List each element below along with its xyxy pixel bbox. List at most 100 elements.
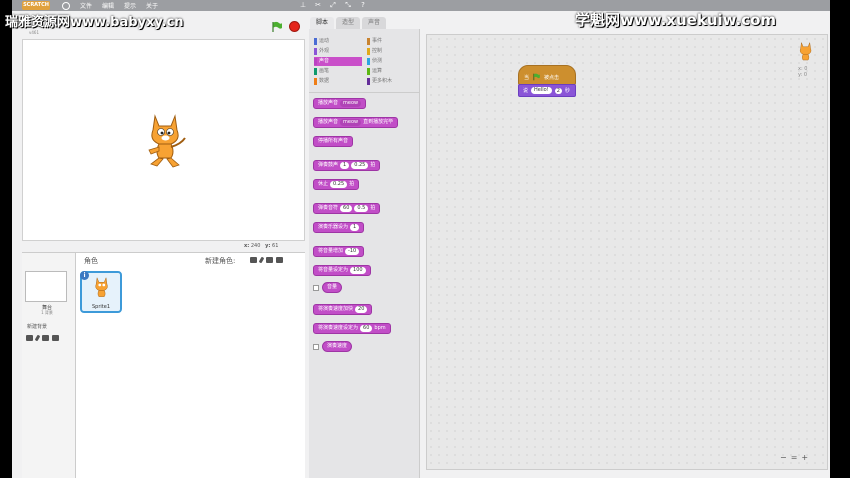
camera-backdrop-icon[interactable]: [52, 335, 59, 341]
upload-backdrop-icon[interactable]: [42, 335, 49, 341]
tab-scripts[interactable]: 脚本: [310, 17, 334, 29]
duplicate-stamp-icon[interactable]: ⊥: [299, 1, 307, 9]
block-rest[interactable]: 休止 0.25 拍: [313, 179, 360, 190]
menu-edit[interactable]: 编辑: [102, 1, 114, 10]
block-change-volume[interactable]: 将音量增加 -10: [313, 246, 365, 257]
volume-checkbox[interactable]: [313, 285, 319, 291]
info-icon[interactable]: i: [80, 271, 89, 280]
mouse-x-value: 240: [250, 243, 261, 249]
backdrop-library-icon[interactable]: [26, 335, 33, 341]
category-pen[interactable]: 画笔: [314, 67, 362, 76]
block-play-note[interactable]: 弹奏音符 60 0.5 拍: [313, 203, 381, 214]
green-flag-icon[interactable]: [271, 21, 283, 33]
stage-backdrop-count: 1 背景: [41, 310, 53, 315]
block-when-flag-clicked[interactable]: 当 被点击: [518, 65, 576, 85]
block-until-done-text: 直到播放完毕: [363, 119, 394, 125]
category-sensing-label: 侦测: [372, 58, 383, 64]
camera-sprite-icon[interactable]: [276, 257, 283, 263]
delete-scissors-icon[interactable]: ✂: [314, 1, 322, 9]
block-stop-all-text: 停播所有声音: [318, 138, 349, 144]
paint-backdrop-icon[interactable]: [34, 334, 41, 342]
category-data[interactable]: 数据: [314, 77, 362, 86]
change-volume-input[interactable]: -10: [345, 248, 360, 255]
stage-canvas[interactable]: [22, 39, 305, 241]
shrink-icon[interactable]: ⤡: [344, 1, 352, 9]
category-sound-label: 声音: [319, 58, 330, 64]
scratch-logo[interactable]: SCRATCH: [22, 1, 50, 10]
category-operators-label: 运算: [372, 68, 383, 74]
block-set-volume[interactable]: 将音量设定为 100: [313, 265, 371, 276]
cursor-tools: ⊥ ✂ ⤢ ⤡ ?: [299, 1, 367, 9]
set-volume-input[interactable]: 100: [350, 267, 366, 274]
category-data-label: 数据: [319, 78, 330, 84]
scripts-area[interactable]: 当 被点击 说 Hello! 2 秒: [426, 34, 828, 470]
sound-dropdown[interactable]: meow: [340, 100, 362, 107]
reporter-tempo[interactable]: 演奏速度: [322, 341, 353, 352]
block-play-sound[interactable]: 播放声音 meow: [313, 98, 367, 109]
zoom-reset-button[interactable]: =: [791, 453, 798, 462]
category-operators[interactable]: 运算: [367, 67, 415, 76]
drum-input[interactable]: 1: [340, 162, 350, 169]
category-looks-label: 外观: [319, 48, 330, 54]
category-sound[interactable]: 声音: [314, 57, 362, 66]
paint-sprite-icon[interactable]: [258, 256, 265, 264]
category-control[interactable]: 控制: [367, 47, 415, 56]
block-play-sound-until-done[interactable]: 播放声音 meow 直到播放完毕: [313, 117, 399, 128]
block-change-tempo[interactable]: 将演奏速度加快 20: [313, 304, 373, 315]
category-events-swatch: [367, 38, 370, 45]
instrument-input[interactable]: 1: [350, 224, 360, 231]
block-set-instrument[interactable]: 演奏乐器设为 1: [313, 222, 365, 233]
menu-about[interactable]: 关于: [146, 1, 158, 10]
tab-costumes[interactable]: 造型: [336, 17, 360, 29]
stop-button[interactable]: [289, 21, 300, 32]
block-say-for-secs[interactable]: 说 Hello! 2 秒: [518, 84, 576, 97]
menu-tips[interactable]: 提示: [124, 1, 136, 10]
drum-beats-input[interactable]: 0.25: [351, 162, 369, 169]
block-rest-text: 休止: [318, 181, 329, 187]
say-message-input[interactable]: Hello!: [531, 87, 552, 94]
sprite-thumbnail[interactable]: i Sprite1: [80, 271, 122, 313]
sound-dropdown-2[interactable]: meow: [340, 119, 362, 126]
block-palette: 运动 外观 声音 画笔 数据 事件 控制 侦测 运算 更多积木 播放声音 meo…: [309, 29, 420, 478]
zoom-in-button[interactable]: +: [801, 453, 808, 462]
zoom-out-button[interactable]: −: [780, 453, 787, 462]
new-backdrop-label: 新建背景: [27, 324, 48, 330]
sprite-library-icon[interactable]: [250, 257, 257, 263]
block-play-drum[interactable]: 弹奏鼓声 1 0.25 拍: [313, 160, 381, 171]
category-operators-swatch: [367, 68, 370, 75]
version-label: v461: [29, 30, 40, 35]
help-cursor-icon[interactable]: ?: [359, 1, 367, 9]
upload-sprite-icon[interactable]: [266, 257, 273, 263]
block-set-tempo-text: 将演奏速度设定为: [318, 325, 359, 331]
category-events[interactable]: 事件: [367, 37, 415, 46]
cat-sprite-icon[interactable]: [141, 112, 191, 170]
say-seconds-input[interactable]: 2: [554, 87, 562, 94]
set-tempo-input[interactable]: 60: [360, 325, 373, 332]
category-more-blocks-swatch: [367, 78, 370, 85]
category-more-blocks[interactable]: 更多积木: [367, 77, 415, 86]
block-stop-all-sounds[interactable]: 停播所有声音: [313, 136, 354, 147]
block-play-until-text: 播放声音: [318, 119, 339, 125]
sprite-name: Sprite1: [91, 304, 110, 310]
change-tempo-input[interactable]: 20: [355, 306, 368, 313]
category-looks[interactable]: 外观: [314, 47, 362, 56]
rest-input[interactable]: 0.25: [330, 181, 348, 188]
reporter-volume[interactable]: 音量: [322, 282, 343, 293]
tab-sounds[interactable]: 声音: [362, 17, 386, 29]
stage-thumbnail[interactable]: [25, 271, 67, 302]
category-data-swatch: [314, 78, 317, 85]
category-sensing[interactable]: 侦测: [367, 57, 415, 66]
category-pen-swatch: [314, 68, 317, 75]
tempo-checkbox[interactable]: [313, 344, 319, 350]
watermark-right: 学魁网www.xuekuiw.com: [575, 11, 777, 29]
menu-file[interactable]: 文件: [80, 1, 92, 10]
category-motion[interactable]: 运动: [314, 37, 362, 46]
note-beats-input[interactable]: 0.5: [354, 205, 369, 212]
sprites-header: 角色: [84, 257, 98, 265]
hat-when-text: 当: [524, 75, 530, 81]
zoom-controls: − = +: [780, 453, 808, 462]
language-globe-icon[interactable]: [62, 1, 70, 10]
note-input[interactable]: 60: [340, 205, 353, 212]
grow-icon[interactable]: ⤢: [329, 1, 337, 9]
block-set-tempo[interactable]: 将演奏速度设定为 60 bpm: [313, 323, 391, 334]
